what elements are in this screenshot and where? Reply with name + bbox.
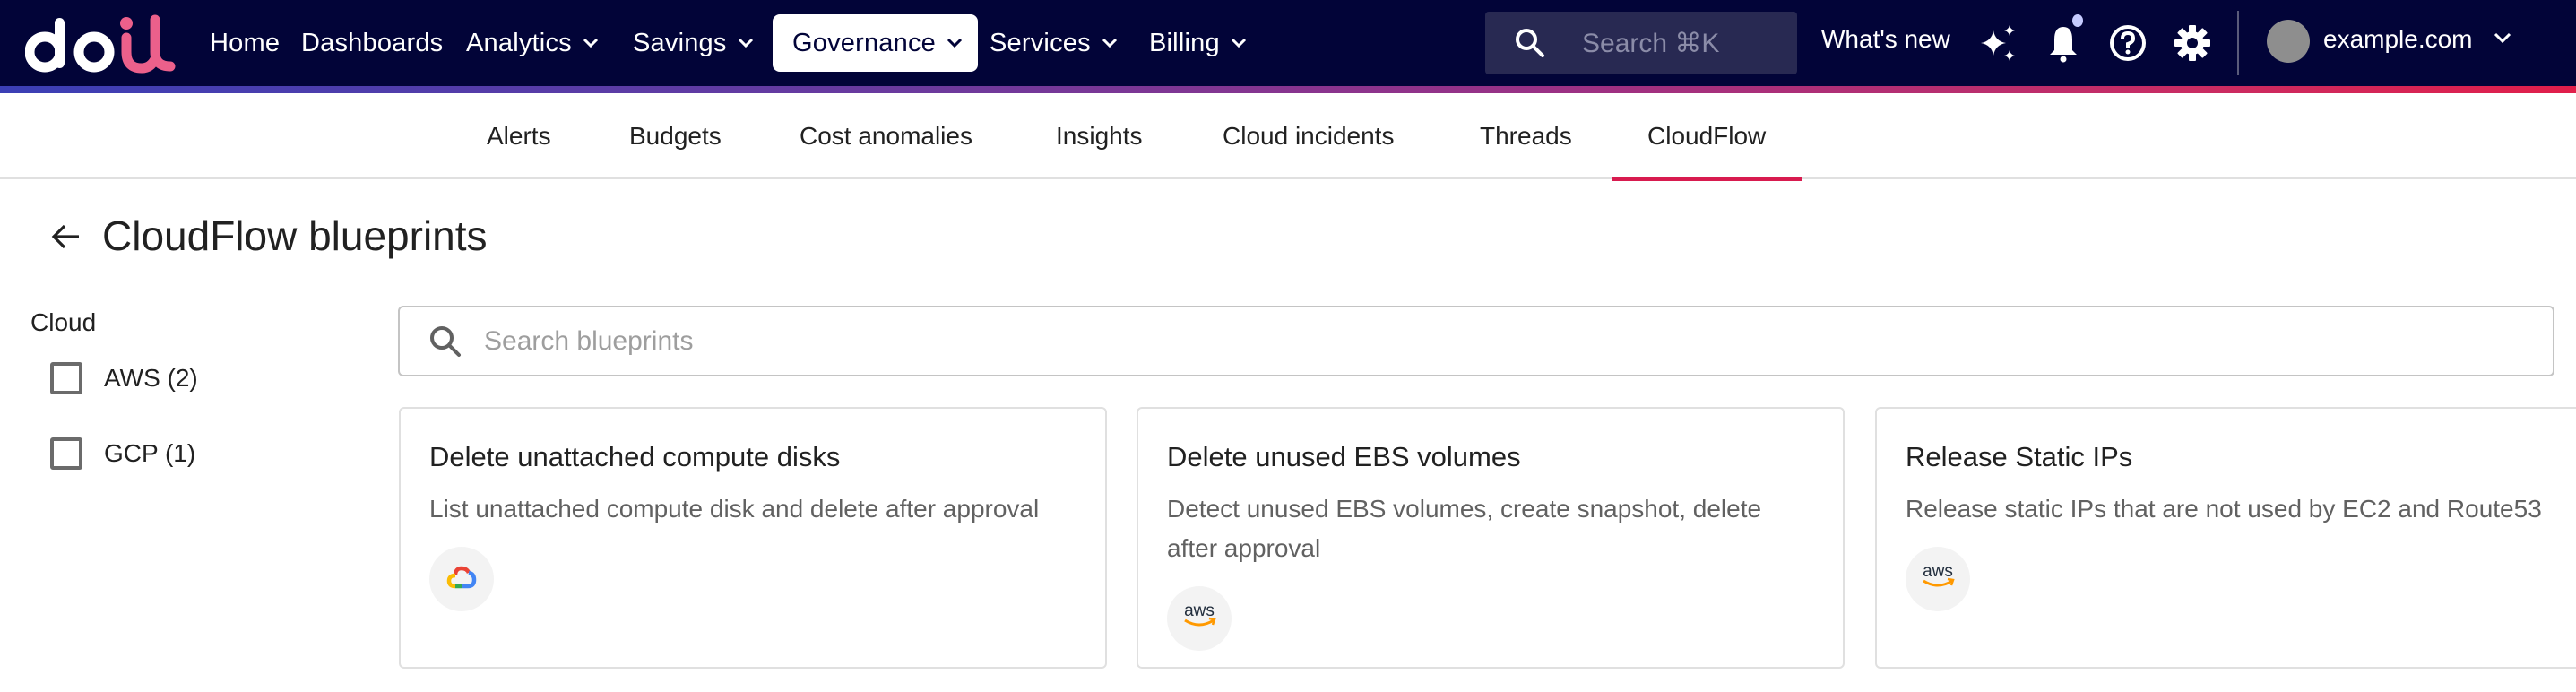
- nav-savings-label: Savings: [633, 28, 727, 57]
- tab-cloudflow[interactable]: CloudFlow: [1611, 93, 1802, 181]
- nav-dashboards[interactable]: Dashboards: [301, 14, 443, 72]
- sparkles-icon[interactable]: [1977, 22, 2020, 65]
- notification-dot: [2072, 14, 2083, 27]
- nav-billing[interactable]: Billing: [1149, 14, 1247, 72]
- provider-chip: [429, 547, 494, 611]
- blueprint-description: List unattached compute disk and delete …: [429, 495, 1040, 523]
- tab-budgets[interactable]: Budgets: [629, 93, 722, 179]
- tab-cloud-incidents[interactable]: Cloud incidents: [1223, 93, 1394, 179]
- nav-savings[interactable]: Savings: [633, 14, 754, 72]
- blueprint-card[interactable]: Delete unused EBS volumes Detect unused …: [1137, 407, 1845, 669]
- account-name[interactable]: example.com: [2323, 25, 2473, 54]
- chevron-down-icon: [583, 38, 599, 48]
- tab-alerts[interactable]: Alerts: [487, 93, 551, 179]
- svg-text:aws: aws: [1184, 601, 1215, 620]
- arrow-left-icon: [50, 221, 82, 257]
- nav-governance-label: Governance: [792, 28, 936, 57]
- nav-governance[interactable]: Governance: [773, 14, 978, 72]
- filter-gcp[interactable]: GCP (1): [47, 437, 195, 470]
- avatar[interactable]: [2267, 20, 2310, 63]
- blueprint-card[interactable]: Release Static IPs Release static IPs th…: [1875, 407, 2576, 669]
- bell-icon[interactable]: [2042, 14, 2085, 65]
- nav-services-label: Services: [990, 28, 1091, 57]
- chevron-down-icon: [1102, 38, 1118, 48]
- tab-budgets-label: Budgets: [629, 122, 722, 150]
- blueprint-card[interactable]: Delete unattached compute disks List una…: [399, 407, 1107, 669]
- blueprint-search-input[interactable]: [484, 325, 2456, 357]
- governance-subtabs: Alerts Budgets Cost anomalies Insights C…: [0, 93, 2576, 181]
- tab-cloud-incidents-label: Cloud incidents: [1223, 122, 1395, 150]
- whats-new-link[interactable]: What's new: [1821, 25, 1950, 54]
- filter-aws-label: AWS (2): [104, 364, 198, 392]
- aws-checkbox[interactable]: [50, 362, 82, 394]
- filter-aws[interactable]: AWS (2): [47, 362, 198, 394]
- doit-logo[interactable]: [25, 13, 177, 74]
- aws-icon: aws: [1180, 601, 1219, 637]
- tab-threads-label: Threads: [1480, 122, 1572, 150]
- tab-cloudflow-label: CloudFlow: [1647, 122, 1767, 150]
- blueprint-title: Delete unattached compute disks: [429, 441, 841, 472]
- help-icon[interactable]: [2106, 22, 2149, 65]
- filter-cloud-title: Cloud: [30, 308, 97, 336]
- search-icon: [1514, 27, 1546, 59]
- nav-services[interactable]: Services: [990, 14, 1118, 72]
- aws-icon: aws: [1918, 561, 1958, 598]
- nav-billing-label: Billing: [1149, 28, 1220, 57]
- chevron-down-icon: [738, 38, 754, 48]
- blueprint-search-box: [398, 306, 2554, 376]
- chevron-down-icon[interactable]: [2492, 27, 2513, 53]
- top-navigation-bar: Home Dashboards Analytics Savings Govern…: [0, 0, 2576, 86]
- global-search-placeholder: Search ⌘K: [1582, 28, 1720, 58]
- nav-analytics[interactable]: Analytics: [466, 14, 599, 72]
- nav-home-label: Home: [210, 28, 281, 57]
- nav-analytics-label: Analytics: [466, 28, 572, 57]
- gear-icon[interactable]: [2171, 22, 2214, 65]
- header-divider: [2237, 11, 2239, 75]
- tab-threads[interactable]: Threads: [1480, 93, 1572, 179]
- svg-text:aws: aws: [1923, 562, 1953, 581]
- provider-chip: aws: [1167, 586, 1232, 651]
- chevron-down-icon: [1231, 38, 1247, 48]
- back-button[interactable]: [47, 219, 86, 258]
- blueprint-description: Release static IPs that are not used by …: [1906, 495, 2542, 523]
- header-accent-bar: [0, 86, 2576, 93]
- global-search[interactable]: Search ⌘K: [1485, 12, 1797, 74]
- blueprint-title: Delete unused EBS volumes: [1167, 441, 1521, 472]
- chevron-down-icon: [947, 38, 963, 48]
- tab-insights[interactable]: Insights: [1056, 93, 1143, 179]
- tab-cost-anomalies[interactable]: Cost anomalies: [800, 93, 972, 179]
- tab-alerts-label: Alerts: [487, 122, 551, 150]
- tab-insights-label: Insights: [1056, 122, 1143, 150]
- blueprint-description: Detect unused EBS volumes, create snapsh…: [1167, 495, 1762, 562]
- nav-home[interactable]: Home: [210, 14, 280, 72]
- gcp-checkbox[interactable]: [50, 437, 82, 470]
- page-title: CloudFlow blueprints: [102, 212, 488, 259]
- tab-cost-anomalies-label: Cost anomalies: [800, 122, 972, 150]
- nav-dashboards-label: Dashboards: [301, 28, 444, 57]
- google-cloud-icon: [446, 565, 477, 594]
- search-icon: [428, 324, 462, 359]
- blueprint-title: Release Static IPs: [1906, 441, 2133, 472]
- filter-gcp-label: GCP (1): [104, 439, 196, 467]
- provider-chip: aws: [1906, 547, 1970, 611]
